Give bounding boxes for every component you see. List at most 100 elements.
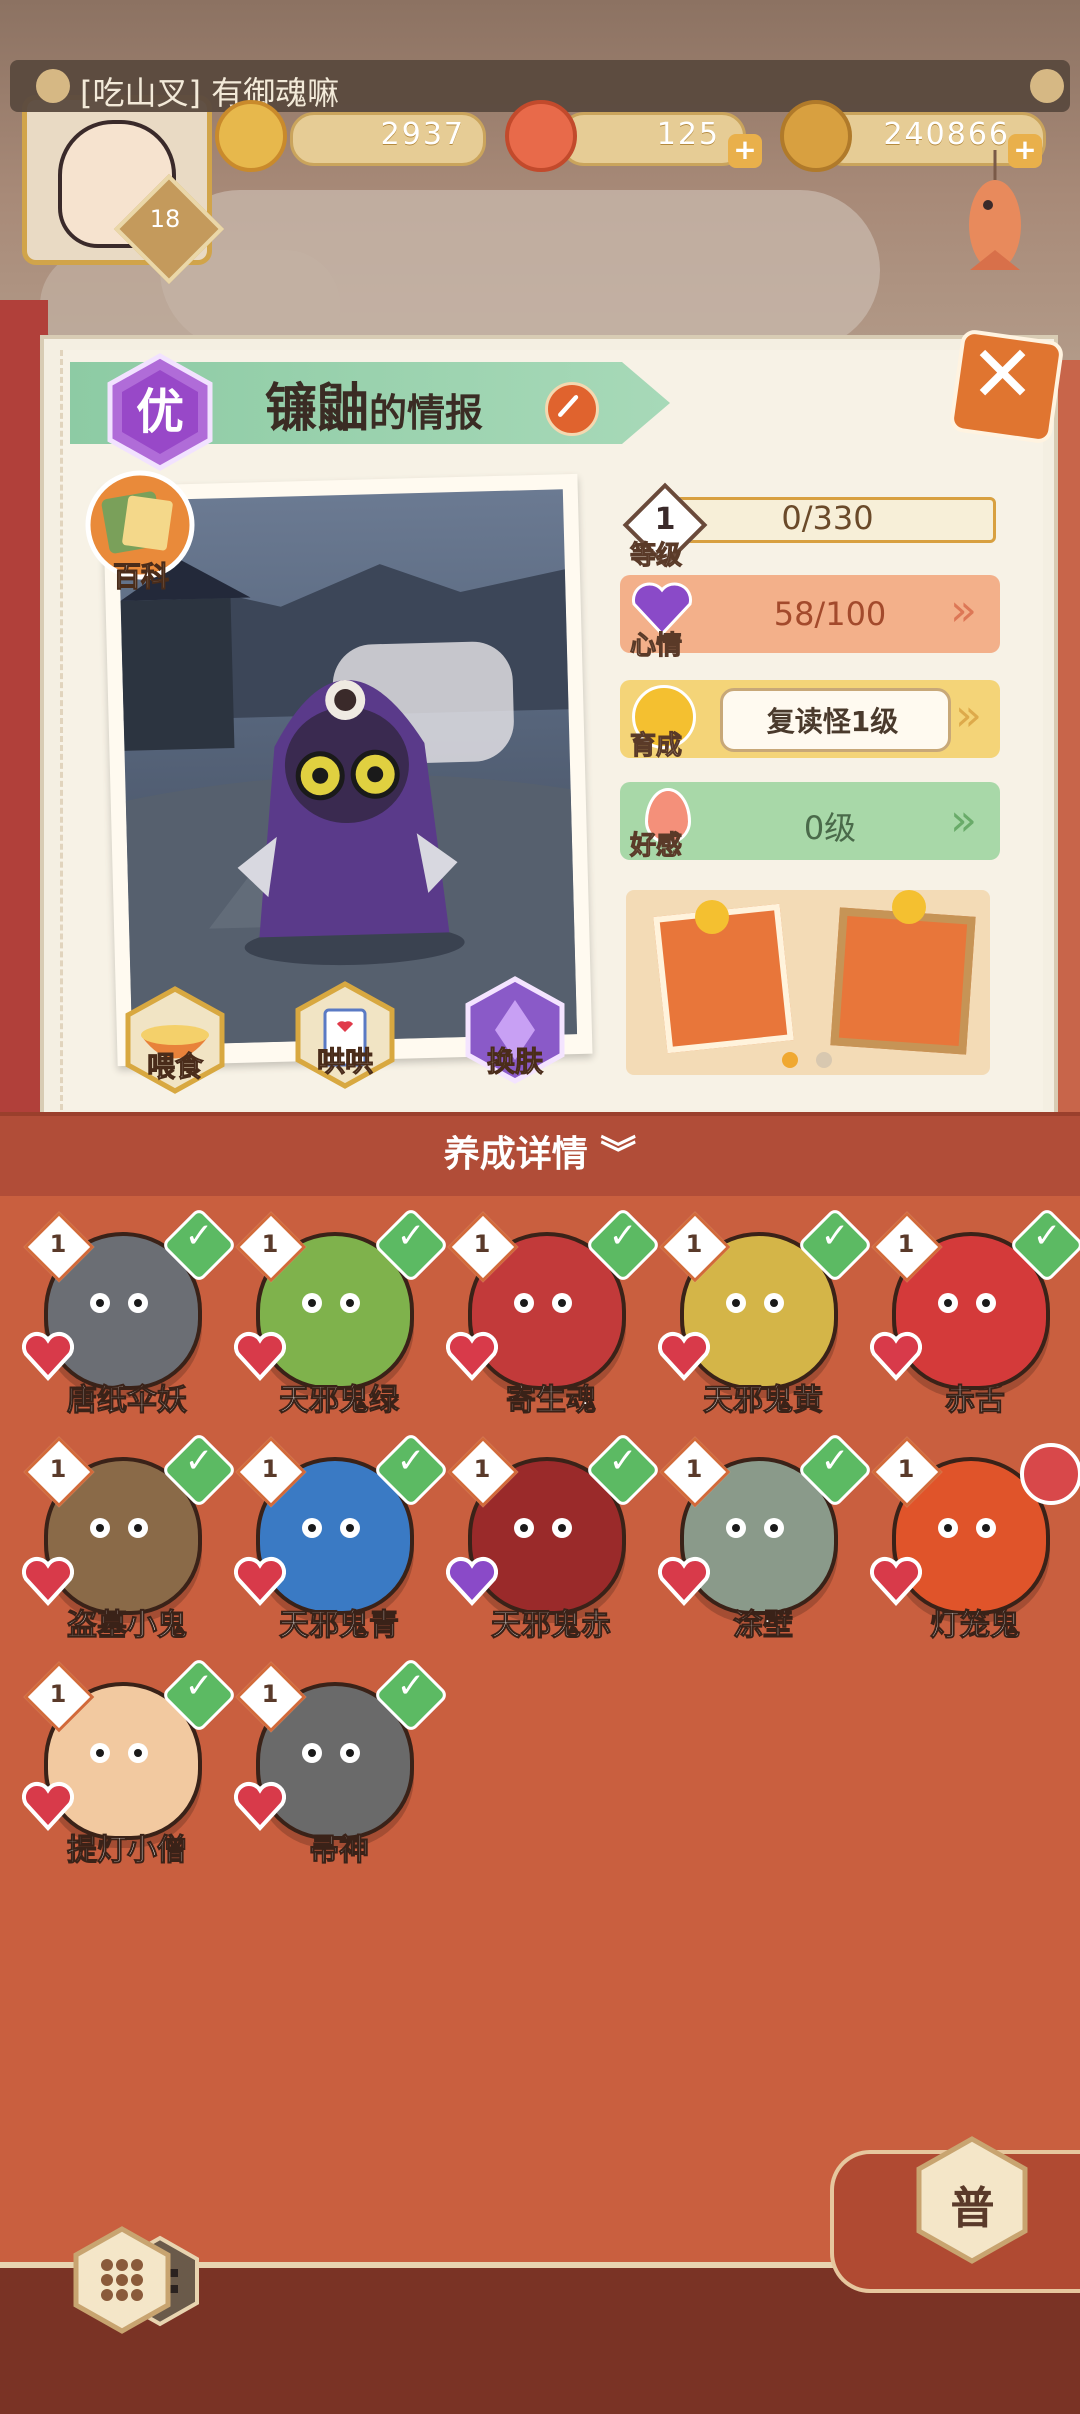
coin-value: 240866 <box>883 117 1010 152</box>
nurture-label: 育成 <box>629 731 683 762</box>
monster-eyes <box>932 1290 1002 1316</box>
checkmark-glyph: ✓ <box>184 1441 214 1481</box>
monster-eyes <box>508 1290 578 1316</box>
change-skin-label: 换肤 <box>486 1045 543 1079</box>
monster-card[interactable]: 1 ✓ 天邪鬼赤 <box>446 1431 662 1645</box>
rank-badge: 优 <box>107 353 213 471</box>
monster-eyes <box>84 1290 154 1316</box>
stamina-value: 2937 <box>380 117 465 152</box>
checkmark-glyph: ✓ <box>820 1441 850 1481</box>
checkmark-glyph: ✓ <box>820 1216 850 1256</box>
monster-card[interactable]: 1 ✓ 盗墓小鬼 <box>22 1431 238 1645</box>
section-title: 养成详情 ︾ <box>0 1125 1080 1177</box>
monster-level: 1 <box>473 1455 491 1483</box>
monster-name: 赤舌 <box>945 1383 1006 1419</box>
level-label: 等级 <box>629 541 683 572</box>
monster-eyes <box>296 1290 366 1316</box>
checkmark-glyph: ✓ <box>184 1216 214 1256</box>
feed-label: 喂食 <box>146 1050 203 1084</box>
monster-eyes <box>720 1290 790 1316</box>
nurture-chevron-icon: » <box>955 690 982 741</box>
pencil-icon <box>558 395 579 417</box>
grid-view-button[interactable] <box>72 2225 172 2335</box>
checkmark-glyph: ✓ <box>608 1441 638 1481</box>
checkmark-glyph: ✓ <box>396 1441 426 1481</box>
smiley-icon <box>892 890 926 924</box>
food-value: 125 <box>656 117 720 152</box>
monster-eyes <box>296 1740 366 1766</box>
monster-name: 镰鼬 <box>265 379 370 439</box>
mood-value: 58/100 <box>773 595 887 633</box>
monster-level: 1 <box>261 1230 279 1258</box>
affection-chevron-icon: » <box>950 795 977 846</box>
monster-name: 天邪鬼绿 <box>279 1383 400 1419</box>
affection-value: 0级 <box>803 809 857 847</box>
monster-name: 提灯小僧 <box>67 1833 188 1869</box>
checkmark-glyph: ✓ <box>608 1216 638 1256</box>
monster-eyes <box>84 1515 154 1541</box>
monster-eyes <box>932 1515 1002 1541</box>
monster-name: 天邪鬼赤 <box>491 1608 612 1644</box>
checkmark-glyph: ✓ <box>396 1216 426 1256</box>
page-dot-active <box>782 1052 798 1068</box>
flower-icon <box>1030 69 1064 103</box>
level-badge-value: 1 <box>654 502 676 537</box>
fish-lantern-icon <box>969 150 1021 270</box>
checkmark-glyph: ✓ <box>184 1666 214 1706</box>
smiley-icon <box>695 900 729 934</box>
page-dot <box>816 1052 832 1068</box>
monster-eyes <box>84 1740 154 1766</box>
pine-icon <box>215 100 287 172</box>
monster-card[interactable]: 1 ✓ 赤舌 <box>870 1206 1080 1420</box>
monster-level: 1 <box>685 1230 703 1258</box>
monster-name: 天邪鬼青 <box>279 1608 400 1644</box>
monster-card[interactable]: 1 ✓ 涂壁 <box>658 1431 874 1645</box>
monster-title: 镰鼬的情报 <box>265 366 483 441</box>
player-level: 18 <box>149 205 181 233</box>
monster-card[interactable]: 1 ✓ 天邪鬼黄 <box>658 1206 874 1420</box>
nurture-value: 复读怪1级 <box>766 705 899 738</box>
monster-card[interactable]: 1 灯笼鬼 <box>870 1435 1080 1645</box>
monster-level: 1 <box>685 1455 703 1483</box>
monster-level: 1 <box>897 1230 915 1258</box>
monster-level: 1 <box>897 1455 915 1483</box>
comfort-label: 哄哄 <box>316 1045 373 1079</box>
add-food-button[interactable]: + <box>728 134 762 168</box>
rarity-label: 普 <box>950 2183 995 2234</box>
monster-name: 唐纸伞妖 <box>67 1383 188 1419</box>
monster-level: 1 <box>261 1680 279 1708</box>
monster-eyes <box>508 1515 578 1541</box>
monster-level: 1 <box>49 1455 67 1483</box>
affection-label: 好感 <box>629 831 683 862</box>
level-progress-value: 0/330 <box>781 499 874 537</box>
monster-name: 寄生魂 <box>506 1383 597 1419</box>
chevron-down-icon: ︾ <box>600 1134 637 1175</box>
hourglass-icon <box>1020 1443 1080 1505</box>
monster-name: 天邪鬼黄 <box>703 1383 824 1419</box>
monster-name: 盗墓小鬼 <box>67 1608 188 1644</box>
monster-eyes <box>720 1515 790 1541</box>
encyclopedia-label: 百科 <box>112 560 169 594</box>
section-title-text: 养成详情 <box>443 1134 588 1175</box>
title-suffix: 的情报 <box>369 391 484 435</box>
mood-chevron-icon: » <box>950 585 977 636</box>
monster-name: 涂壁 <box>733 1608 794 1644</box>
monster-name: 灯笼鬼 <box>930 1608 1021 1644</box>
monster-card[interactable]: 1 ✓ 帚神 <box>234 1656 450 1870</box>
monster-card[interactable]: 1 ✓ 提灯小僧 <box>22 1656 238 1870</box>
monster-card[interactable]: 1 ✓ 寄生魂 <box>446 1206 662 1420</box>
monster-card[interactable]: 1 ✓ 天邪鬼青 <box>234 1431 450 1645</box>
close-icon: ✕ <box>969 330 1036 420</box>
monster-level: 1 <box>473 1230 491 1258</box>
checkmark-glyph: ✓ <box>396 1666 426 1706</box>
mood-label: 心情 <box>629 631 683 662</box>
monster-level: 1 <box>49 1680 67 1708</box>
frame-card-2[interactable] <box>830 907 976 1055</box>
food-icon <box>505 100 577 172</box>
edit-name-button[interactable] <box>545 382 599 436</box>
monster-card[interactable]: 1 ✓ 天邪鬼绿 <box>234 1206 450 1420</box>
monster-card[interactable]: 1 ✓ 唐纸伞妖 <box>22 1206 238 1420</box>
monster-eyes <box>296 1515 366 1541</box>
rank-text: 优 <box>136 384 184 440</box>
checkmark-glyph: ✓ <box>1032 1216 1062 1256</box>
